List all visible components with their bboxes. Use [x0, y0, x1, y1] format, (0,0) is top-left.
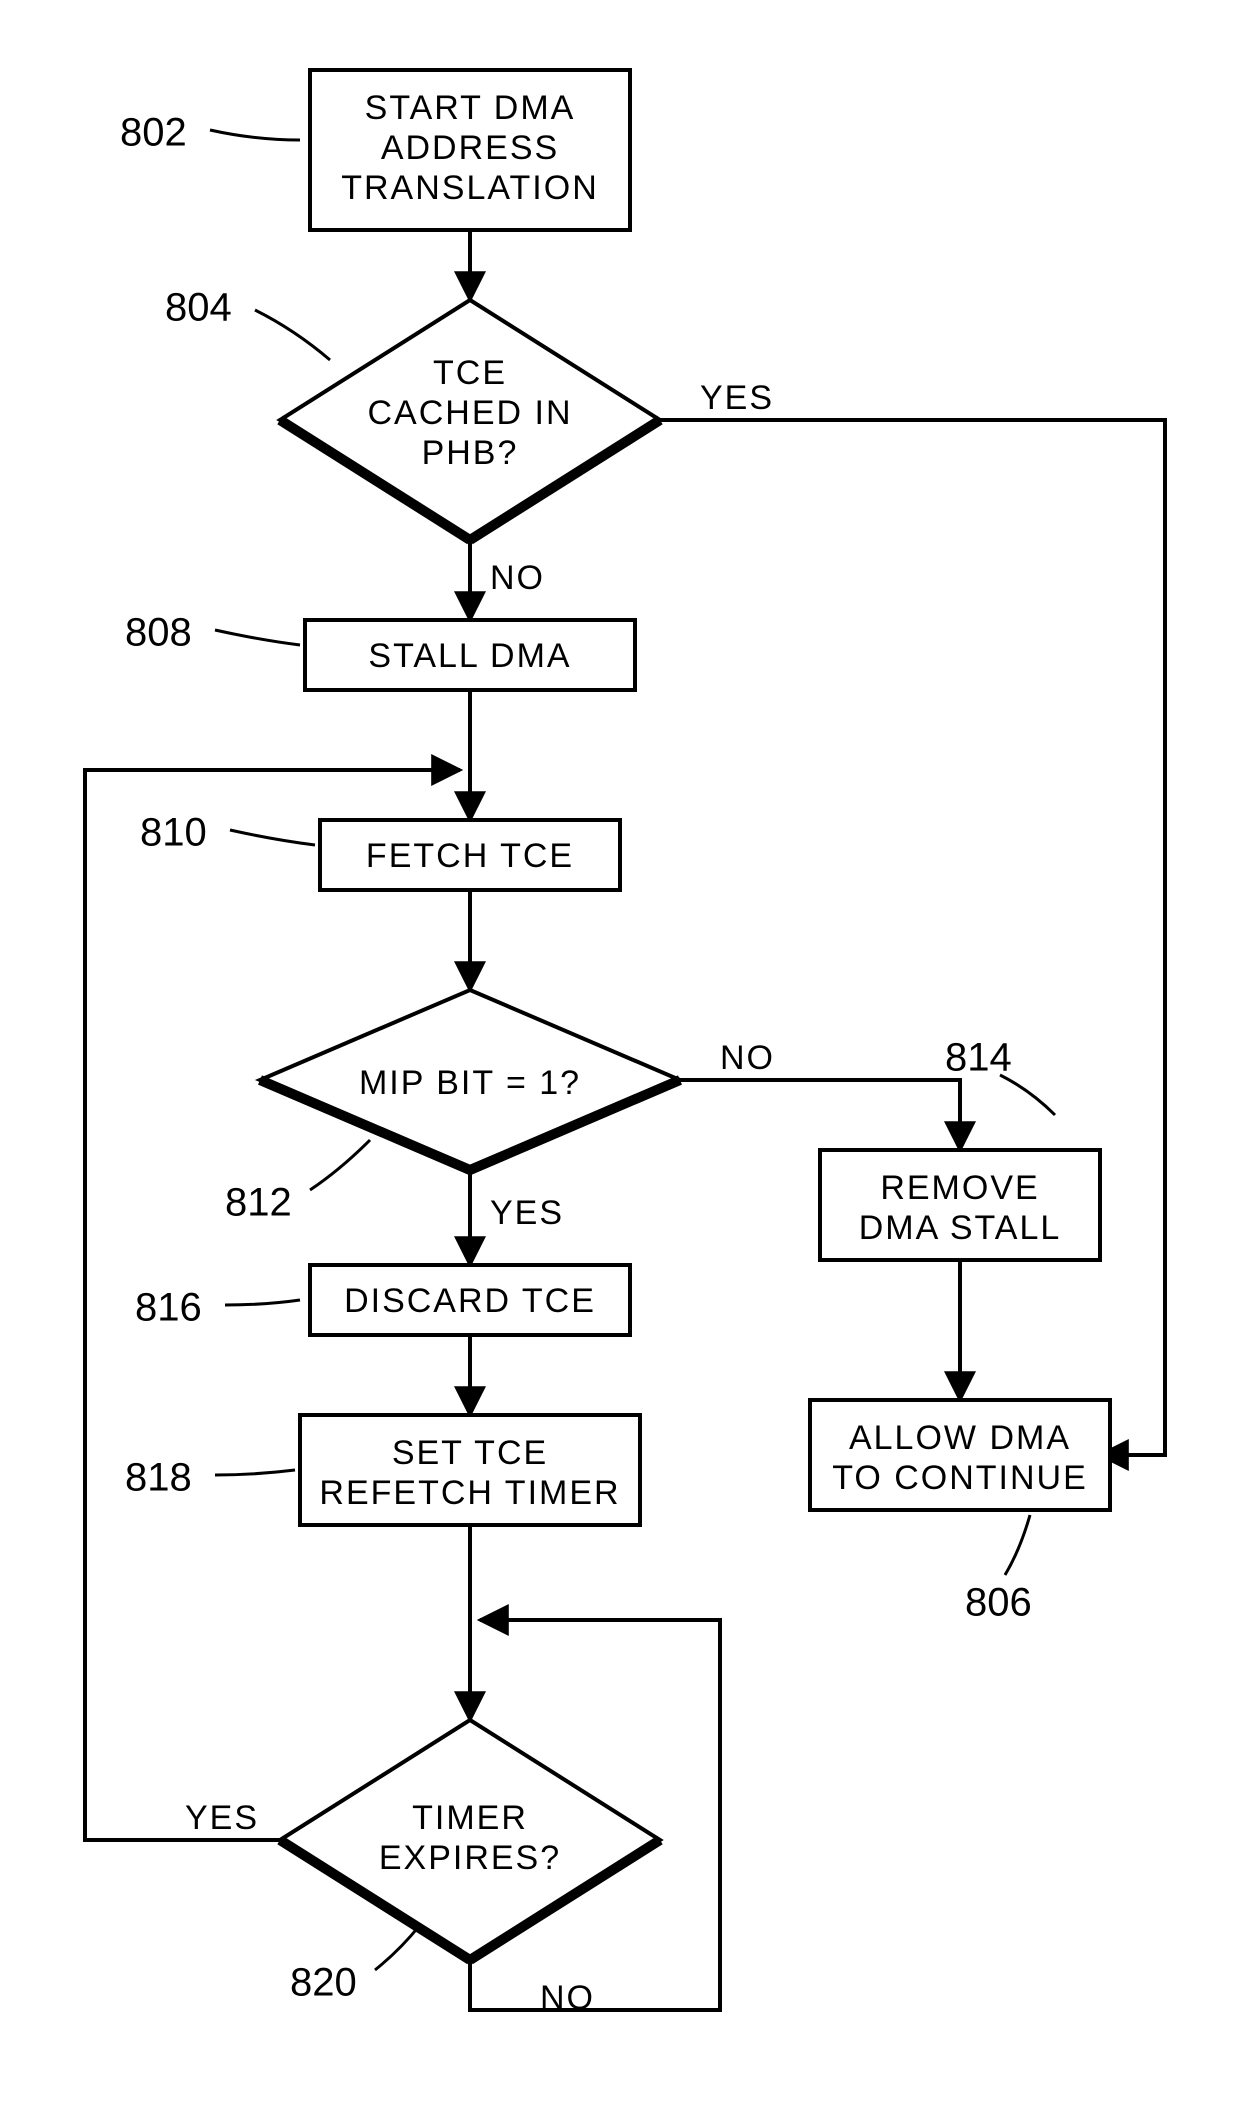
node-text: ALLOW DMA	[849, 1419, 1071, 1457]
process-remove-dma-stall: REMOVE DMA STALL	[820, 1150, 1100, 1260]
node-text: TO CONTINUE	[832, 1459, 1088, 1497]
node-text: PHB?	[422, 434, 519, 472]
node-text: TRANSLATION	[341, 169, 599, 207]
node-text: STALL DMA	[368, 637, 571, 675]
ref-label-816: 816	[135, 1286, 202, 1330]
ref-label-802: 802	[120, 111, 187, 155]
ref-label-820: 820	[290, 1961, 357, 2005]
node-text: TIMER	[412, 1799, 528, 1837]
node-text: EXPIRES?	[379, 1839, 561, 1877]
edge-label-no: NO	[540, 1979, 595, 2017]
leader-line	[215, 630, 300, 645]
ref-label-804: 804	[165, 286, 232, 330]
node-text: DISCARD TCE	[344, 1282, 596, 1320]
ref-label-818: 818	[125, 1456, 192, 1500]
leader-line	[310, 1140, 370, 1190]
leader-line	[230, 830, 315, 845]
edge-812-814	[680, 1080, 960, 1150]
leader-line	[1000, 1075, 1055, 1115]
leader-line	[215, 1470, 295, 1475]
leader-line	[375, 1925, 420, 1970]
edge-label-yes: YES	[700, 379, 774, 417]
node-text: DMA STALL	[859, 1209, 1062, 1247]
ref-label-812: 812	[225, 1181, 292, 1225]
node-text: REFETCH TIMER	[319, 1474, 620, 1512]
node-text: SET TCE	[392, 1434, 548, 1472]
node-text: MIP BIT = 1?	[359, 1064, 581, 1102]
ref-label-808: 808	[125, 611, 192, 655]
leader-line	[255, 310, 330, 360]
process-allow-dma-to-continue: ALLOW DMA TO CONTINUE	[810, 1400, 1110, 1510]
edge-label-no: NO	[490, 559, 545, 597]
node-text: CACHED IN	[367, 394, 572, 432]
node-text: TCE	[433, 354, 507, 392]
edge-label-no: NO	[720, 1039, 775, 1077]
process-discard-tce: DISCARD TCE	[310, 1265, 630, 1335]
node-text: FETCH TCE	[366, 837, 574, 875]
edge-label-yes: YES	[185, 1799, 259, 1837]
leader-line	[210, 130, 300, 140]
node-text: REMOVE	[880, 1169, 1039, 1207]
process-stall-dma: STALL DMA	[305, 620, 635, 690]
ref-label-814: 814	[945, 1036, 1012, 1080]
flowchart-canvas: START DMA ADDRESS TRANSLATION 802 TCE CA…	[0, 0, 1239, 2102]
decision-tce-cached-in-phb: TCE CACHED IN PHB?	[280, 300, 660, 540]
process-fetch-tce: FETCH TCE	[320, 820, 620, 890]
node-text: ADDRESS	[381, 129, 559, 167]
decision-timer-expires: TIMER EXPIRES?	[280, 1720, 660, 1960]
node-text: START DMA	[365, 89, 576, 127]
decision-mip-bit-equals-1: MIP BIT = 1?	[260, 990, 680, 1170]
ref-label-810: 810	[140, 811, 207, 855]
process-start-dma-address-translation: START DMA ADDRESS TRANSLATION	[310, 70, 630, 230]
leader-line	[225, 1300, 300, 1305]
ref-label-806: 806	[965, 1581, 1032, 1625]
edge-label-yes: YES	[490, 1194, 564, 1232]
edge-804-806	[660, 420, 1165, 1455]
process-set-tce-refetch-timer: SET TCE REFETCH TIMER	[300, 1415, 640, 1525]
leader-line	[1005, 1515, 1030, 1575]
